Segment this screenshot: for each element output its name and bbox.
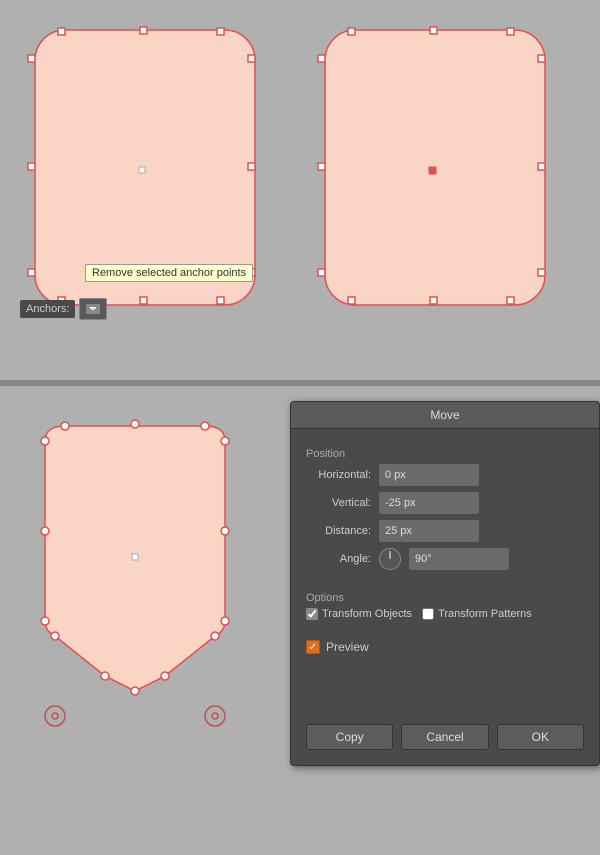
transform-objects-checkbox[interactable] — [306, 608, 318, 620]
anchor-toolbar: Anchors: Remove selected anchor points — [20, 298, 107, 320]
transform-patterns-checkbox-label[interactable]: Transform Patterns — [422, 608, 532, 620]
angle-label: Angle: — [306, 553, 371, 565]
preview-label: Preview — [326, 640, 369, 654]
angle-row: Angle: — [306, 548, 584, 570]
position-label: Position — [306, 448, 584, 460]
position-section: Position Horizontal: Vertical: Distance:… — [306, 448, 584, 576]
horizontal-row: Horizontal: — [306, 464, 584, 486]
remove-anchor-button[interactable] — [79, 298, 107, 320]
options-row: Transform Objects Transform Patterns — [306, 608, 584, 620]
ok-button[interactable]: OK — [497, 724, 584, 750]
move-dialog: Move Position Horizontal: Vertical: Dist… — [290, 401, 600, 766]
cancel-button[interactable]: Cancel — [401, 724, 488, 750]
preview-checkbox[interactable] — [306, 640, 320, 654]
dialog-title: Move — [291, 402, 599, 429]
anchors-label: Anchors: — [20, 300, 75, 318]
distance-label: Distance: — [306, 525, 371, 537]
bottom-canvas — [0, 386, 270, 855]
distance-row: Distance: — [306, 520, 584, 542]
angle-dial[interactable] — [379, 548, 401, 570]
remove-anchor-tooltip: Remove selected anchor points — [85, 264, 253, 282]
horizontal-input[interactable] — [379, 464, 479, 486]
transform-objects-label: Transform Objects — [322, 608, 412, 620]
right-shape-box — [310, 20, 550, 320]
vertical-label: Vertical: — [306, 497, 371, 509]
horizontal-label: Horizontal: — [306, 469, 371, 481]
angle-input[interactable] — [409, 548, 509, 570]
top-canvas-section: Anchors: Remove selected anchor points — [0, 0, 600, 380]
dialog-body: Position Horizontal: Vertical: Distance:… — [291, 429, 599, 714]
transform-patterns-label: Transform Patterns — [438, 608, 532, 620]
vertical-input[interactable] — [379, 492, 479, 514]
transform-patterns-checkbox[interactable] — [422, 608, 434, 620]
transform-objects-checkbox-label[interactable]: Transform Objects — [306, 608, 412, 620]
distance-input[interactable] — [379, 520, 479, 542]
copy-button[interactable]: Copy — [306, 724, 393, 750]
options-section: Options Transform Objects Transform Patt… — [306, 592, 584, 620]
preview-row: Preview — [306, 640, 584, 654]
vertical-row: Vertical: — [306, 492, 584, 514]
bottom-section: Move Position Horizontal: Vertical: Dist… — [0, 386, 600, 855]
options-label: Options — [306, 592, 584, 604]
dialog-buttons: Copy Cancel OK — [291, 714, 599, 765]
